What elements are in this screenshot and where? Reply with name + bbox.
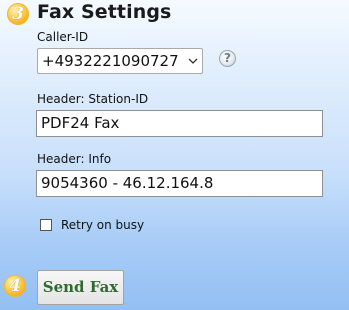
station-id-label: Header: Station-ID — [37, 92, 149, 106]
chevron-down-icon — [188, 49, 198, 83]
header-info-label: Header: Info — [37, 152, 112, 166]
retry-checkbox[interactable] — [40, 219, 52, 231]
help-icon[interactable]: ? — [219, 50, 236, 67]
step-3-badge: 3 — [7, 3, 29, 25]
station-id-input[interactable]: PDF24 Fax — [36, 110, 323, 137]
header-info-input[interactable]: 9054360 - 46.12.164.8 — [36, 170, 323, 197]
retry-label[interactable]: Retry on busy — [61, 218, 144, 232]
caller-id-label: Caller-ID — [37, 30, 89, 44]
caller-id-value: +4932221090727 — [42, 52, 179, 70]
section-title: Fax Settings — [37, 1, 172, 23]
step-4-badge: 4 — [4, 275, 26, 297]
caller-id-select[interactable]: +4932221090727 — [37, 48, 203, 74]
send-fax-button[interactable]: Send Fax — [37, 270, 124, 305]
